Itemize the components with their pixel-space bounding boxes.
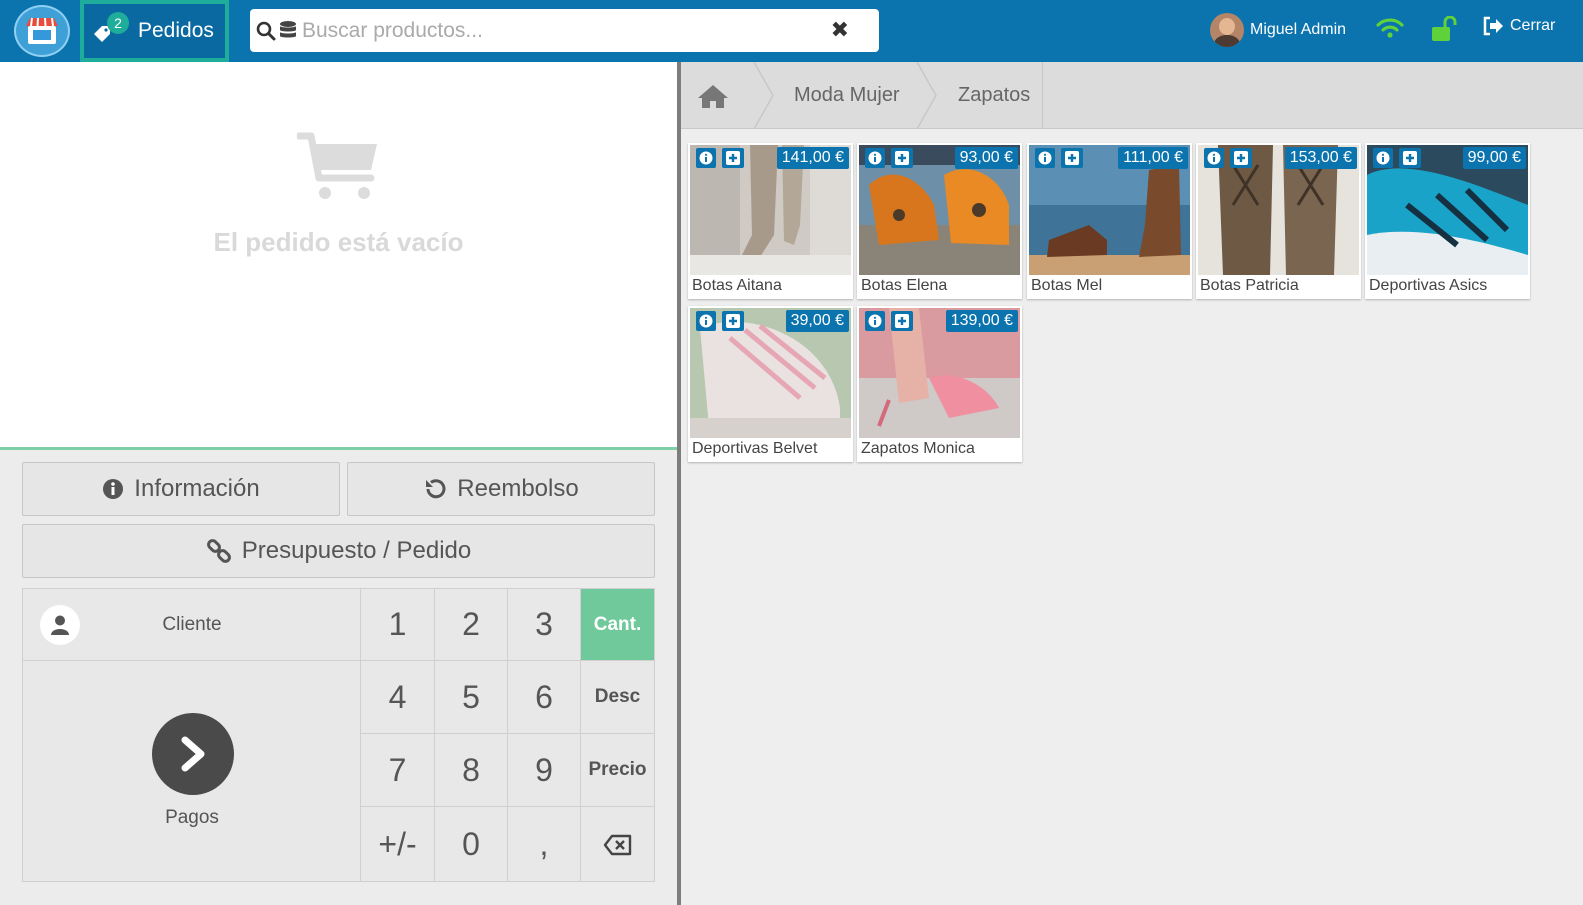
info-button[interactable]: Información <box>22 462 340 516</box>
product-price: 139,00 € <box>945 310 1018 332</box>
add-icon[interactable] <box>891 148 913 168</box>
home-icon <box>697 83 729 109</box>
logout-label: Cerrar <box>1510 17 1556 34</box>
info-icon[interactable] <box>696 148 716 168</box>
add-icon[interactable] <box>722 311 744 331</box>
add-icon[interactable] <box>891 311 913 331</box>
product-price: 39,00 € <box>785 310 849 332</box>
product-card[interactable]: 93,00 € Botas Elena <box>857 143 1022 299</box>
breadcrumb-end-divider <box>1042 62 1043 129</box>
search-icon <box>256 21 276 41</box>
info-label: Información <box>134 475 260 502</box>
product-name: Botas Mel <box>1031 277 1103 294</box>
orders-button[interactable]: 2 Pedidos <box>80 0 229 62</box>
clear-search-icon[interactable]: ✖ <box>831 17 849 43</box>
product-name: Botas Elena <box>861 277 948 294</box>
quote-order-label: Presupuesto / Pedido <box>241 537 472 564</box>
product-card[interactable]: 99,00 € Deportivas Asics <box>1365 143 1530 299</box>
chevron-right-icon <box>177 736 209 772</box>
product-panel: Moda Mujer Zapatos 141,00 € Botas Aitana… <box>681 62 1583 905</box>
info-icon[interactable] <box>1035 148 1055 168</box>
backspace-button[interactable] <box>581 807 655 882</box>
payment-button[interactable] <box>152 713 234 795</box>
product-card[interactable]: 39,00 € Deportivas Belvet <box>688 306 853 462</box>
key-1[interactable]: 1 <box>361 589 435 661</box>
add-icon[interactable] <box>1399 148 1421 168</box>
product-card[interactable]: 139,00 € Zapatos Monica <box>857 306 1022 462</box>
avatar <box>1210 13 1244 47</box>
product-name: Zapatos Monica <box>861 440 975 457</box>
user-name: Miguel Admin <box>1250 21 1347 38</box>
customer-label: Cliente <box>162 613 222 635</box>
product-price: 153,00 € <box>1284 147 1357 169</box>
add-icon[interactable] <box>722 148 744 168</box>
breadcrumb-item-moda-mujer[interactable]: Moda Mujer <box>794 62 900 129</box>
info-icon[interactable] <box>696 311 716 331</box>
search-input[interactable] <box>302 18 812 43</box>
product-card[interactable]: 153,00 € Botas Patricia <box>1196 143 1361 299</box>
key-plus-minus[interactable]: +/- <box>361 807 435 882</box>
key-3[interactable]: 3 <box>508 589 581 661</box>
unlock-icon[interactable] <box>1430 15 1458 47</box>
orders-count-badge: 2 <box>107 12 129 34</box>
key-8[interactable]: 8 <box>435 734 508 807</box>
product-name: Deportivas Asics <box>1369 277 1488 294</box>
logout-button[interactable]: Cerrar <box>1482 16 1555 36</box>
product-search: ✖ <box>250 9 879 52</box>
shopping-cart-icon <box>295 132 381 207</box>
customer-button[interactable]: Cliente <box>23 589 361 661</box>
discount-mode-button[interactable]: Desc <box>581 661 655 734</box>
key-9[interactable]: 9 <box>508 734 581 807</box>
info-circle-icon <box>102 478 124 500</box>
add-icon[interactable] <box>1230 148 1252 168</box>
breadcrumb-item-zapatos[interactable]: Zapatos <box>958 62 1030 129</box>
orders-label: Pedidos <box>138 19 214 42</box>
database-icon[interactable] <box>278 20 298 42</box>
user-menu[interactable]: Miguel Admin <box>1210 13 1346 47</box>
backspace-icon <box>603 834 633 856</box>
product-name: Deportivas Belvet <box>692 440 818 457</box>
breadcrumb-home[interactable] <box>697 62 757 129</box>
payment-label: Pagos <box>165 807 219 828</box>
product-card[interactable]: 141,00 € Botas Aitana <box>688 143 853 299</box>
product-price: 93,00 € <box>954 147 1018 169</box>
product-price: 99,00 € <box>1462 147 1526 169</box>
quantity-mode-button[interactable]: Cant. <box>581 589 655 661</box>
key-2[interactable]: 2 <box>435 589 508 661</box>
key-0[interactable]: 0 <box>435 807 508 882</box>
info-icon[interactable] <box>1204 148 1224 168</box>
order-controls: Información Reembolso Presupuesto / Pedi… <box>0 450 677 905</box>
key-6[interactable]: 6 <box>508 661 581 734</box>
product-name: Botas Aitana <box>692 277 782 294</box>
empty-order: El pedido está vacío <box>0 132 677 258</box>
wifi-icon <box>1376 17 1404 44</box>
info-icon[interactable] <box>865 311 885 331</box>
info-icon[interactable] <box>865 148 885 168</box>
info-icon[interactable] <box>1373 148 1393 168</box>
key-4[interactable]: 4 <box>361 661 435 734</box>
product-card[interactable]: 111,00 € Botas Mel <box>1027 143 1192 299</box>
product-name: Botas Patricia <box>1200 277 1299 294</box>
quote-order-button[interactable]: Presupuesto / Pedido <box>22 524 655 578</box>
breadcrumb: Moda Mujer Zapatos <box>681 62 1583 129</box>
product-price: 141,00 € <box>776 147 849 169</box>
product-price: 111,00 € <box>1118 147 1188 169</box>
top-bar: 2 Pedidos ✖ Miguel Admin Cerrar <box>0 0 1583 62</box>
link-icon <box>206 538 232 564</box>
numeric-keypad: Cliente Pagos 1 2 3 Cant. 4 5 6 Desc 7 8… <box>22 588 655 882</box>
empty-order-message: El pedido está vacío <box>213 227 464 257</box>
store-logo-icon[interactable] <box>14 5 70 57</box>
price-mode-button[interactable]: Precio <box>581 734 655 807</box>
add-icon[interactable] <box>1061 148 1083 168</box>
refund-button[interactable]: Reembolso <box>347 462 655 516</box>
undo-icon <box>423 477 447 501</box>
payment-area: Pagos <box>23 661 361 882</box>
order-panel: El pedido está vacío Información Reembol… <box>0 62 677 905</box>
key-5[interactable]: 5 <box>435 661 508 734</box>
key-7[interactable]: 7 <box>361 734 435 807</box>
refund-label: Reembolso <box>457 475 579 502</box>
key-comma[interactable]: , <box>508 807 581 882</box>
sign-out-icon <box>1482 16 1504 36</box>
